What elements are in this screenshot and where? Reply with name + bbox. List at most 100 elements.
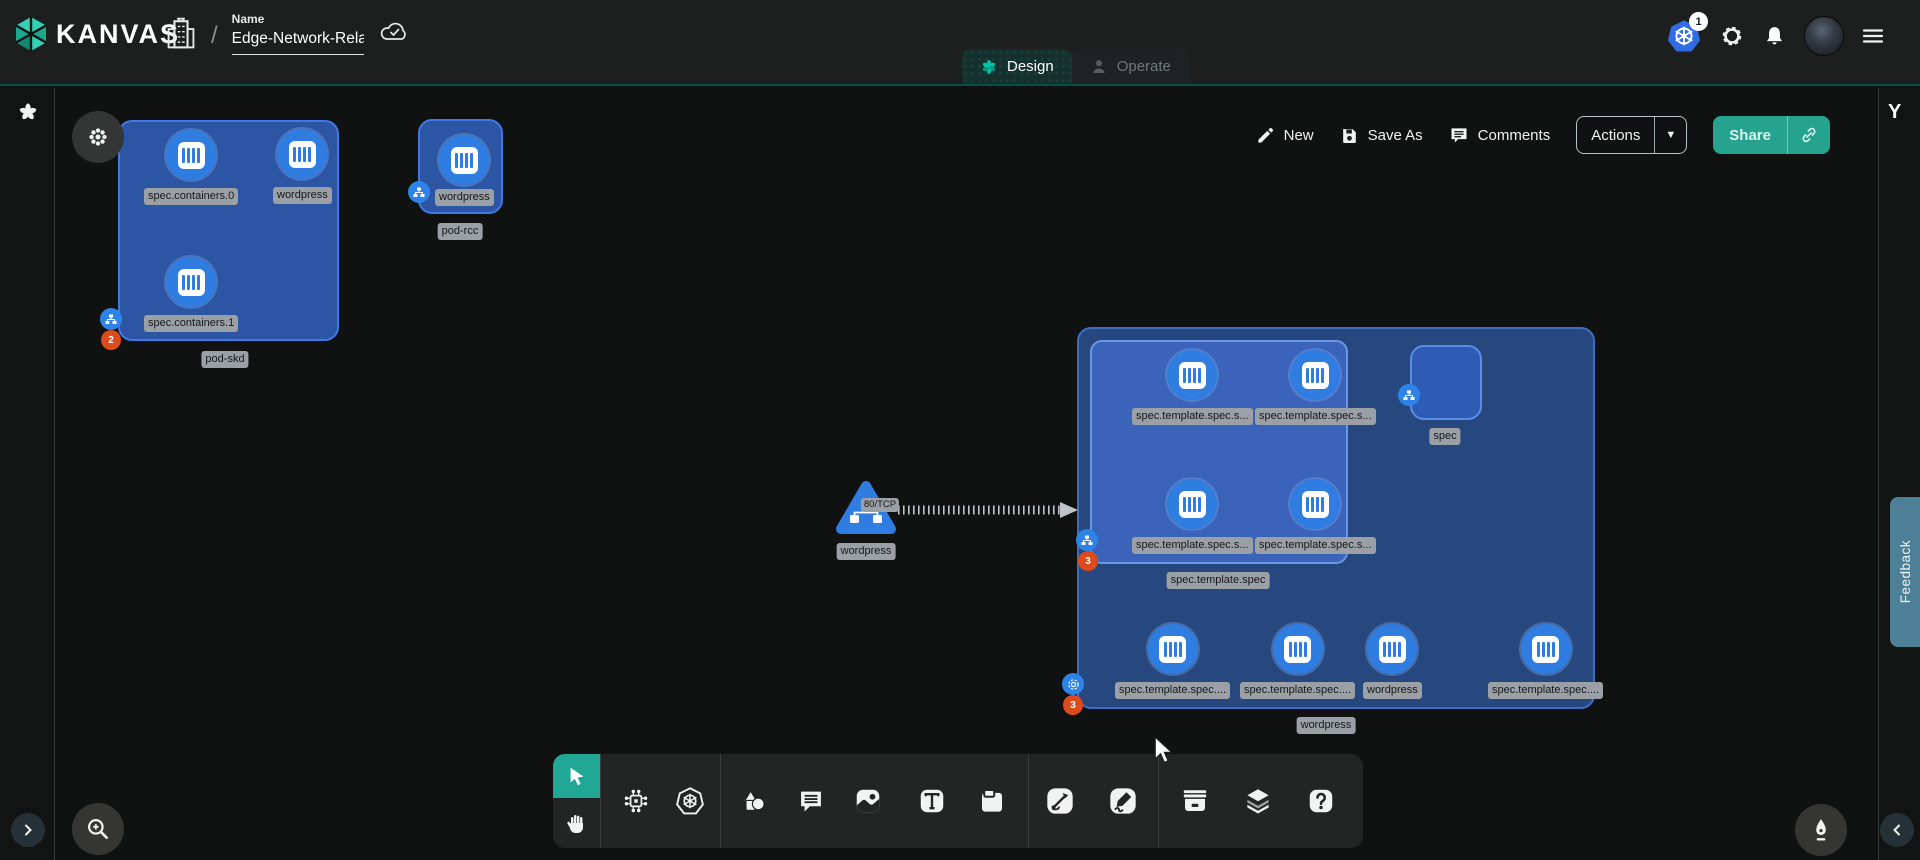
components-tool[interactable] bbox=[614, 779, 658, 823]
feedback-tab[interactable]: Feedback bbox=[1890, 497, 1920, 647]
container-icon bbox=[166, 130, 216, 180]
help-tool[interactable] bbox=[1299, 779, 1343, 823]
user-avatar[interactable] bbox=[1804, 16, 1844, 56]
container-icon bbox=[1290, 350, 1340, 400]
container-node[interactable]: spec.template.spec.s... bbox=[1255, 479, 1376, 554]
edge-service-to-deployment[interactable] bbox=[892, 485, 1092, 535]
pan-tool[interactable] bbox=[553, 798, 600, 848]
comments-button[interactable]: Comments bbox=[1449, 125, 1551, 145]
actions-caret-icon[interactable]: ▼ bbox=[1654, 117, 1686, 153]
error-count-badge[interactable]: 3 bbox=[1078, 551, 1098, 571]
canvas-toolbar bbox=[553, 754, 1363, 848]
document-info: / Name bbox=[165, 12, 410, 55]
container-node[interactable]: spec.template.spec.s... bbox=[1132, 350, 1253, 425]
comment-tool[interactable] bbox=[789, 779, 833, 823]
drawer-tool[interactable] bbox=[1173, 779, 1217, 823]
node-label: wordpress bbox=[273, 187, 332, 204]
design-canvas[interactable]: Y Feedback New Save As bbox=[0, 88, 1920, 860]
container-node[interactable]: wordpress bbox=[1363, 624, 1422, 699]
tab-operate[interactable]: Operate bbox=[1072, 49, 1189, 84]
layers-icon bbox=[1243, 786, 1273, 816]
group-label-pod-rcc: pod-rcc bbox=[438, 223, 483, 240]
tab-design[interactable]: Design bbox=[962, 49, 1072, 84]
new-button[interactable]: New bbox=[1256, 126, 1314, 145]
kanvas-app: KANVAS / Name bbox=[0, 0, 1920, 860]
relationship-badge[interactable] bbox=[1398, 384, 1420, 406]
comment-bubble-icon bbox=[797, 787, 825, 815]
zoom-tool-button[interactable] bbox=[72, 803, 124, 855]
relationship-badge[interactable] bbox=[408, 181, 430, 203]
yaml-panel-toggle[interactable]: Y bbox=[1888, 101, 1901, 124]
breadcrumb-separator: / bbox=[211, 22, 218, 50]
node-label: spec.containers.0 bbox=[144, 188, 238, 205]
service-label: wordpress bbox=[837, 543, 896, 560]
copy-link-button[interactable] bbox=[1787, 116, 1830, 154]
settings-gear-icon[interactable] bbox=[1719, 23, 1745, 49]
right-panel-strip bbox=[1878, 88, 1920, 860]
node-label: spec.template.spec.s... bbox=[1132, 537, 1253, 554]
container-node[interactable]: spec.template.spec.... bbox=[1488, 624, 1603, 699]
kubernetes-helm-icon bbox=[675, 786, 705, 816]
shapes-tool[interactable] bbox=[731, 779, 775, 823]
cursor-arrow-icon bbox=[566, 765, 588, 787]
relationship-badge[interactable] bbox=[100, 308, 122, 330]
node-spec[interactable] bbox=[1410, 345, 1482, 420]
expand-right-panel-button[interactable] bbox=[1880, 813, 1914, 847]
container-node[interactable]: spec.template.spec.... bbox=[1115, 624, 1230, 699]
organization-icon[interactable] bbox=[165, 16, 197, 50]
relationship-badge[interactable] bbox=[1076, 529, 1098, 551]
group-label-deployment: wordpress bbox=[1297, 717, 1356, 734]
error-count-badge[interactable]: 3 bbox=[1063, 695, 1083, 715]
container-icon bbox=[1148, 624, 1198, 674]
drawer-archive-icon bbox=[1180, 786, 1210, 816]
new-label: New bbox=[1284, 127, 1314, 144]
share-label: Share bbox=[1713, 127, 1787, 144]
container-node[interactable]: spec.containers.1 bbox=[144, 257, 238, 332]
pen-path-tool[interactable] bbox=[1038, 779, 1082, 823]
top-bar: KANVAS / Name bbox=[0, 0, 1920, 86]
link-icon bbox=[1799, 125, 1819, 145]
dock-toggle-button[interactable] bbox=[72, 111, 124, 163]
kubernetes-components-tool[interactable] bbox=[668, 779, 712, 823]
share-split-button[interactable]: Share bbox=[1713, 116, 1830, 154]
hierarchy-icon bbox=[1081, 535, 1093, 546]
comment-icon bbox=[1449, 125, 1469, 145]
chevron-left-icon bbox=[1890, 823, 1904, 837]
container-node[interactable]: spec.containers.0 bbox=[144, 130, 238, 205]
select-tool[interactable] bbox=[553, 754, 600, 798]
actions-split-button[interactable]: Actions ▼ bbox=[1576, 116, 1687, 154]
extensions-spinner-icon[interactable] bbox=[17, 101, 39, 128]
container-node[interactable]: spec.template.spec.s... bbox=[1255, 350, 1376, 425]
container-icon bbox=[1167, 350, 1217, 400]
hamburger-menu-icon[interactable] bbox=[1861, 24, 1885, 48]
container-node[interactable]: wordpress bbox=[273, 129, 332, 204]
freehand-draw-tool[interactable] bbox=[1101, 779, 1145, 823]
image-tool[interactable] bbox=[846, 779, 890, 823]
node-label: spec.template.spec.s... bbox=[1132, 408, 1253, 425]
expand-left-panel-button[interactable] bbox=[11, 813, 45, 847]
container-node[interactable]: spec.template.spec.s... bbox=[1132, 479, 1253, 554]
design-name-input[interactable] bbox=[232, 28, 364, 55]
container-node[interactable]: wordpress bbox=[435, 135, 494, 206]
group-label-spec-template-spec: spec.template.spec bbox=[1167, 572, 1270, 589]
group-label-pod-skd: pod-skd bbox=[201, 351, 248, 368]
sticky-note-tool[interactable] bbox=[970, 779, 1014, 823]
relationship-badge[interactable] bbox=[1062, 673, 1084, 695]
save-as-button[interactable]: Save As bbox=[1340, 126, 1423, 145]
node-label: spec.template.spec.... bbox=[1115, 682, 1230, 699]
brand-logo[interactable]: KANVAS bbox=[14, 16, 180, 52]
save-as-label: Save As bbox=[1368, 127, 1423, 144]
notifications-bell-icon[interactable] bbox=[1762, 24, 1787, 49]
comments-label: Comments bbox=[1478, 127, 1551, 144]
error-count-badge[interactable]: 2 bbox=[101, 330, 121, 350]
design-mode-pen-button[interactable] bbox=[1795, 804, 1847, 856]
kanvas-logo-icon bbox=[14, 16, 48, 52]
kubernetes-context-button[interactable]: 1 bbox=[1666, 18, 1702, 54]
node-label: spec.template.spec.... bbox=[1240, 682, 1355, 699]
node-label: wordpress bbox=[435, 189, 494, 206]
layers-tool[interactable] bbox=[1236, 779, 1280, 823]
question-mark-icon bbox=[1306, 786, 1336, 816]
container-node[interactable]: spec.template.spec.... bbox=[1240, 624, 1355, 699]
top-bar-right: 1 bbox=[1666, 16, 1885, 56]
text-tool[interactable] bbox=[910, 779, 954, 823]
